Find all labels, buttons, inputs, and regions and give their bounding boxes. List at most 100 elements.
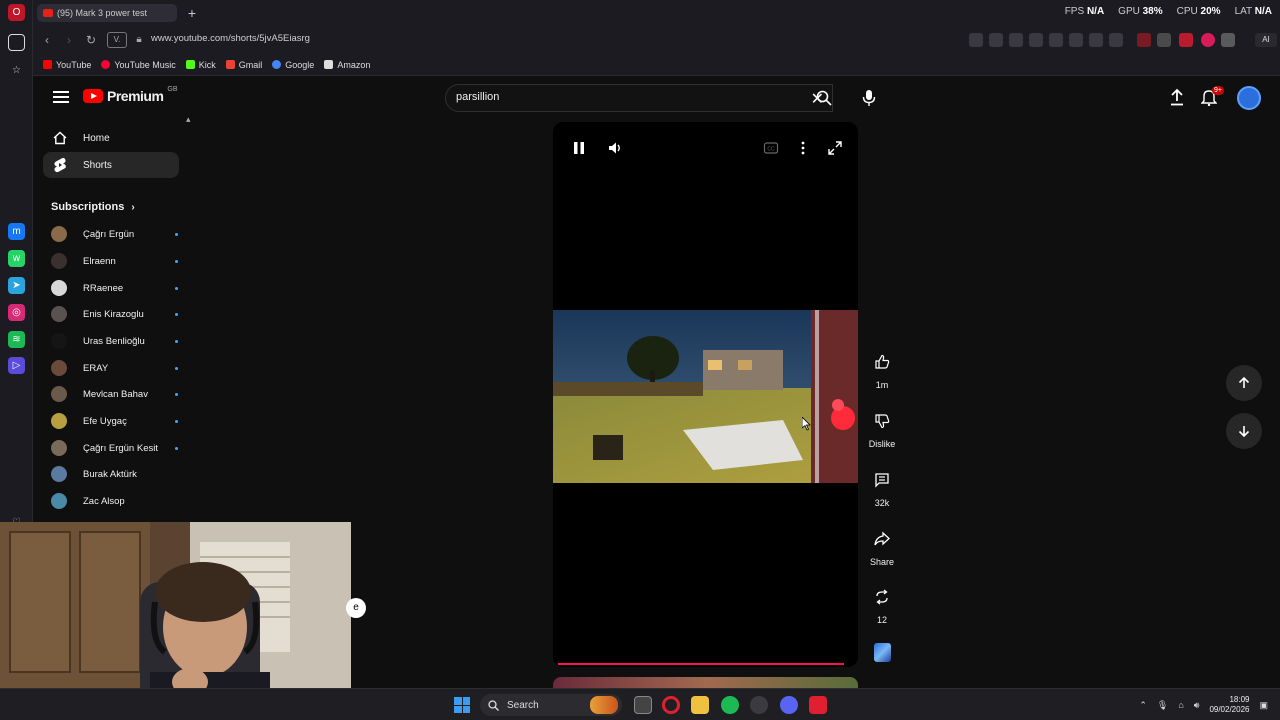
back-icon[interactable]: ‹	[39, 32, 55, 48]
subscription-item[interactable]: Çağrı Ergün Kesit	[51, 438, 181, 458]
comments-button[interactable]: 32k	[866, 464, 898, 508]
upload-icon[interactable]	[1169, 88, 1185, 111]
hamburger-menu-icon[interactable]	[51, 88, 71, 108]
webcam-chip[interactable]: e	[346, 598, 366, 618]
extension-icon[interactable]	[1157, 33, 1171, 47]
volume-icon[interactable]: 🔊︎	[1194, 700, 1200, 711]
next-short-preview[interactable]	[553, 677, 858, 688]
subscription-item[interactable]: Enis Kirazoglu	[51, 304, 181, 324]
extension-icon[interactable]	[1201, 33, 1215, 47]
spotify-icon[interactable]	[721, 696, 739, 714]
share-label: Share	[869, 557, 895, 567]
bookmark-youtube-music[interactable]: YouTube Music	[101, 60, 176, 70]
share-button[interactable]: Share	[866, 523, 898, 567]
search-box[interactable]: parsillion ✕	[445, 84, 833, 112]
subscription-item[interactable]: RRaenee	[51, 278, 181, 298]
fullscreen-icon[interactable]	[827, 140, 843, 156]
dislike-button[interactable]: Dislike	[866, 405, 898, 449]
subscription-item[interactable]: Elraenn	[51, 251, 181, 271]
home-icon[interactable]	[8, 34, 25, 51]
windows-start-icon[interactable]	[454, 697, 470, 713]
ai-icon[interactable]: AI	[1255, 33, 1277, 47]
captions-icon[interactable]: CC	[763, 140, 779, 156]
play-icon[interactable]	[1029, 33, 1043, 47]
bookmark-kick[interactable]: Kick	[185, 60, 216, 70]
tab-title: (95) Mark 3 power test	[57, 8, 148, 18]
youtube-header: Premium GB parsillion ✕ 9+	[33, 76, 1280, 120]
account-avatar[interactable]	[1237, 86, 1261, 110]
url-field[interactable]: www.youtube.com/shorts/5jvA5Eiasrg	[151, 33, 310, 44]
like-button[interactable]: 1m	[866, 346, 898, 390]
heart-icon[interactable]	[1049, 33, 1063, 47]
bookmark-youtube[interactable]: YouTube	[43, 60, 91, 70]
subscription-item[interactable]: Zac Alsop	[51, 491, 181, 511]
new-tab-button[interactable]: +	[183, 4, 201, 22]
player-icon[interactable]: ▷	[8, 357, 25, 374]
chevron-up-icon[interactable]: ▴	[186, 114, 191, 125]
volume-icon[interactable]	[607, 140, 623, 156]
next-short-button[interactable]	[1226, 413, 1262, 449]
subscription-item[interactable]: Mevlcan Bahav	[51, 384, 181, 404]
avatar	[51, 306, 67, 322]
spotify-icon[interactable]: ≋	[8, 331, 25, 348]
search-input[interactable]: parsillion	[456, 91, 499, 103]
telegram-icon[interactable]: ➤	[8, 277, 25, 294]
download-icon[interactable]	[1069, 33, 1083, 47]
extension-icon[interactable]	[1179, 33, 1193, 47]
subscription-item[interactable]: Çağrı Ergün	[51, 224, 181, 244]
menu-icon[interactable]	[1089, 33, 1103, 47]
video-frame[interactable]	[553, 310, 858, 483]
vpn-icon[interactable]: V.	[107, 32, 127, 48]
clock[interactable]: 18:09 09/02/2026	[1209, 695, 1249, 715]
more-options-icon[interactable]	[795, 140, 811, 156]
search-icon[interactable]	[809, 84, 839, 112]
previous-short-button[interactable]	[1226, 365, 1262, 401]
discord-icon[interactable]	[780, 696, 798, 714]
network-icon[interactable]: ⌂	[1178, 700, 1183, 710]
subscriptions-heading[interactable]: Subscriptions ›	[51, 201, 135, 213]
account-icon[interactable]	[1109, 33, 1123, 47]
youtube-premium-logo[interactable]: Premium GB	[83, 86, 178, 104]
extension-icon[interactable]	[1221, 33, 1235, 47]
playback-progress-bar[interactable]	[558, 663, 845, 665]
steam-icon[interactable]	[750, 696, 768, 714]
guide-item-shorts[interactable]: Shorts	[43, 152, 179, 178]
bookmark-google[interactable]: Google	[272, 60, 314, 70]
browser-tab[interactable]: (95) Mark 3 power test	[37, 4, 177, 22]
bookmark-amazon[interactable]: Amazon	[324, 60, 370, 70]
sound-thumbnail[interactable]	[874, 643, 891, 662]
search-icon	[488, 699, 499, 711]
shorts-player[interactable]: CC	[553, 122, 858, 667]
subscription-item[interactable]: Efe Uygaç	[51, 411, 181, 431]
file-explorer-icon[interactable]	[691, 696, 709, 714]
pause-icon[interactable]	[571, 140, 587, 156]
subscription-item[interactable]: Burak Aktürk	[51, 464, 181, 484]
forward-icon[interactable]: ›	[61, 32, 77, 48]
microphone-icon[interactable]	[855, 84, 883, 112]
app-icon[interactable]	[809, 696, 827, 714]
guide-item-home[interactable]: Home	[43, 125, 179, 151]
reload-icon[interactable]: ↻	[83, 32, 99, 48]
remix-count: 12	[876, 615, 887, 625]
bookmark-gmail[interactable]: Gmail	[225, 60, 262, 70]
subscription-item[interactable]: Uras Benlioğlu	[51, 331, 181, 351]
subscription-item[interactable]: ERAY	[51, 358, 181, 378]
shield-icon[interactable]	[1009, 33, 1023, 47]
pinboard-icon[interactable]: ☆	[8, 62, 25, 79]
edit-icon[interactable]	[969, 33, 983, 47]
notification-center-icon[interactable]: ▣	[1259, 700, 1268, 711]
camera-icon[interactable]	[989, 33, 1003, 47]
taskbar-search[interactable]: Search	[480, 694, 622, 716]
microphone-icon[interactable]: 🎙︎	[1157, 700, 1168, 711]
whatsapp-icon[interactable]: w	[8, 250, 25, 267]
opera-logo-icon[interactable]: O	[8, 4, 25, 21]
messenger-icon[interactable]: m	[8, 223, 25, 240]
instagram-icon[interactable]: ◎	[8, 304, 25, 321]
extension-icon[interactable]	[1137, 33, 1151, 47]
remix-button[interactable]: 12	[866, 581, 898, 625]
kick-icon	[185, 60, 195, 69]
opera-gx-icon[interactable]	[662, 696, 680, 714]
comment-count: 32k	[874, 498, 890, 508]
task-view-icon[interactable]	[634, 696, 652, 714]
chevron-up-icon[interactable]: ⌃	[1139, 700, 1147, 711]
